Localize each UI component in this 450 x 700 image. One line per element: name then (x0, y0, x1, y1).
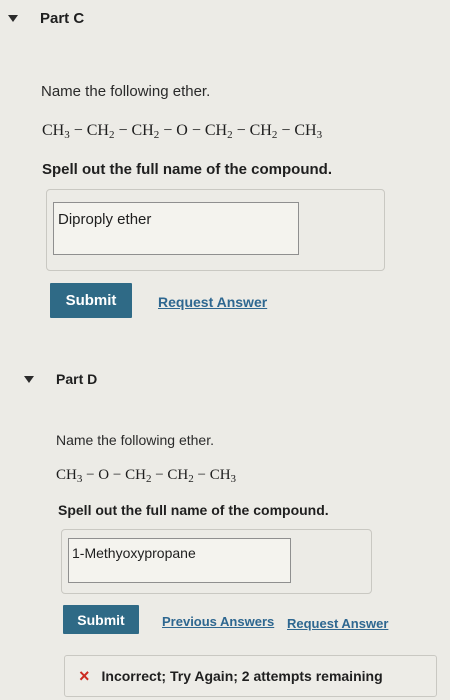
part-c-instruction: Spell out the full name of the compound. (42, 161, 332, 178)
part-c-title: Part C (40, 10, 85, 27)
part-c-submit-button[interactable]: Submit (50, 283, 132, 318)
part-d-previous-answers-link[interactable]: Previous Answers (162, 614, 274, 629)
collapse-triangle-icon[interactable] (8, 15, 18, 22)
part-d-instruction: Spell out the full name of the compound. (58, 502, 329, 518)
mastering-chemistry-page: Part C Name the following ether. CH3 − C… (0, 0, 450, 700)
part-d-formula: CH3 − O − CH2 − CH2 − CH3 (56, 467, 237, 485)
part-d-request-answer-link[interactable]: Request Answer (287, 616, 388, 631)
feedback-message: Incorrect; Try Again; 2 attempts remaini… (101, 668, 383, 684)
collapse-triangle-icon[interactable] (24, 375, 34, 383)
part-c-request-answer-link[interactable]: Request Answer (158, 294, 267, 310)
part-d-header[interactable]: Part D (24, 371, 97, 387)
part-d-title: Part D (56, 371, 98, 387)
part-d-submit-button[interactable]: Submit (63, 605, 139, 634)
error-x-icon: × (79, 666, 90, 686)
part-c-prompt: Name the following ether. (41, 83, 211, 100)
part-d-prompt: Name the following ether. (56, 432, 214, 448)
feedback-banner: × Incorrect; Try Again; 2 attempts remai… (64, 655, 437, 697)
part-c-header[interactable]: Part C (8, 10, 84, 27)
part-c-formula: CH3 − CH2 − CH2 − O − CH2 − CH2 − CH3 (42, 122, 323, 141)
part-c-answer-field[interactable]: Diproply ether (53, 202, 299, 255)
part-d-answer-field[interactable]: 1-Methyoxypropane (68, 538, 291, 583)
